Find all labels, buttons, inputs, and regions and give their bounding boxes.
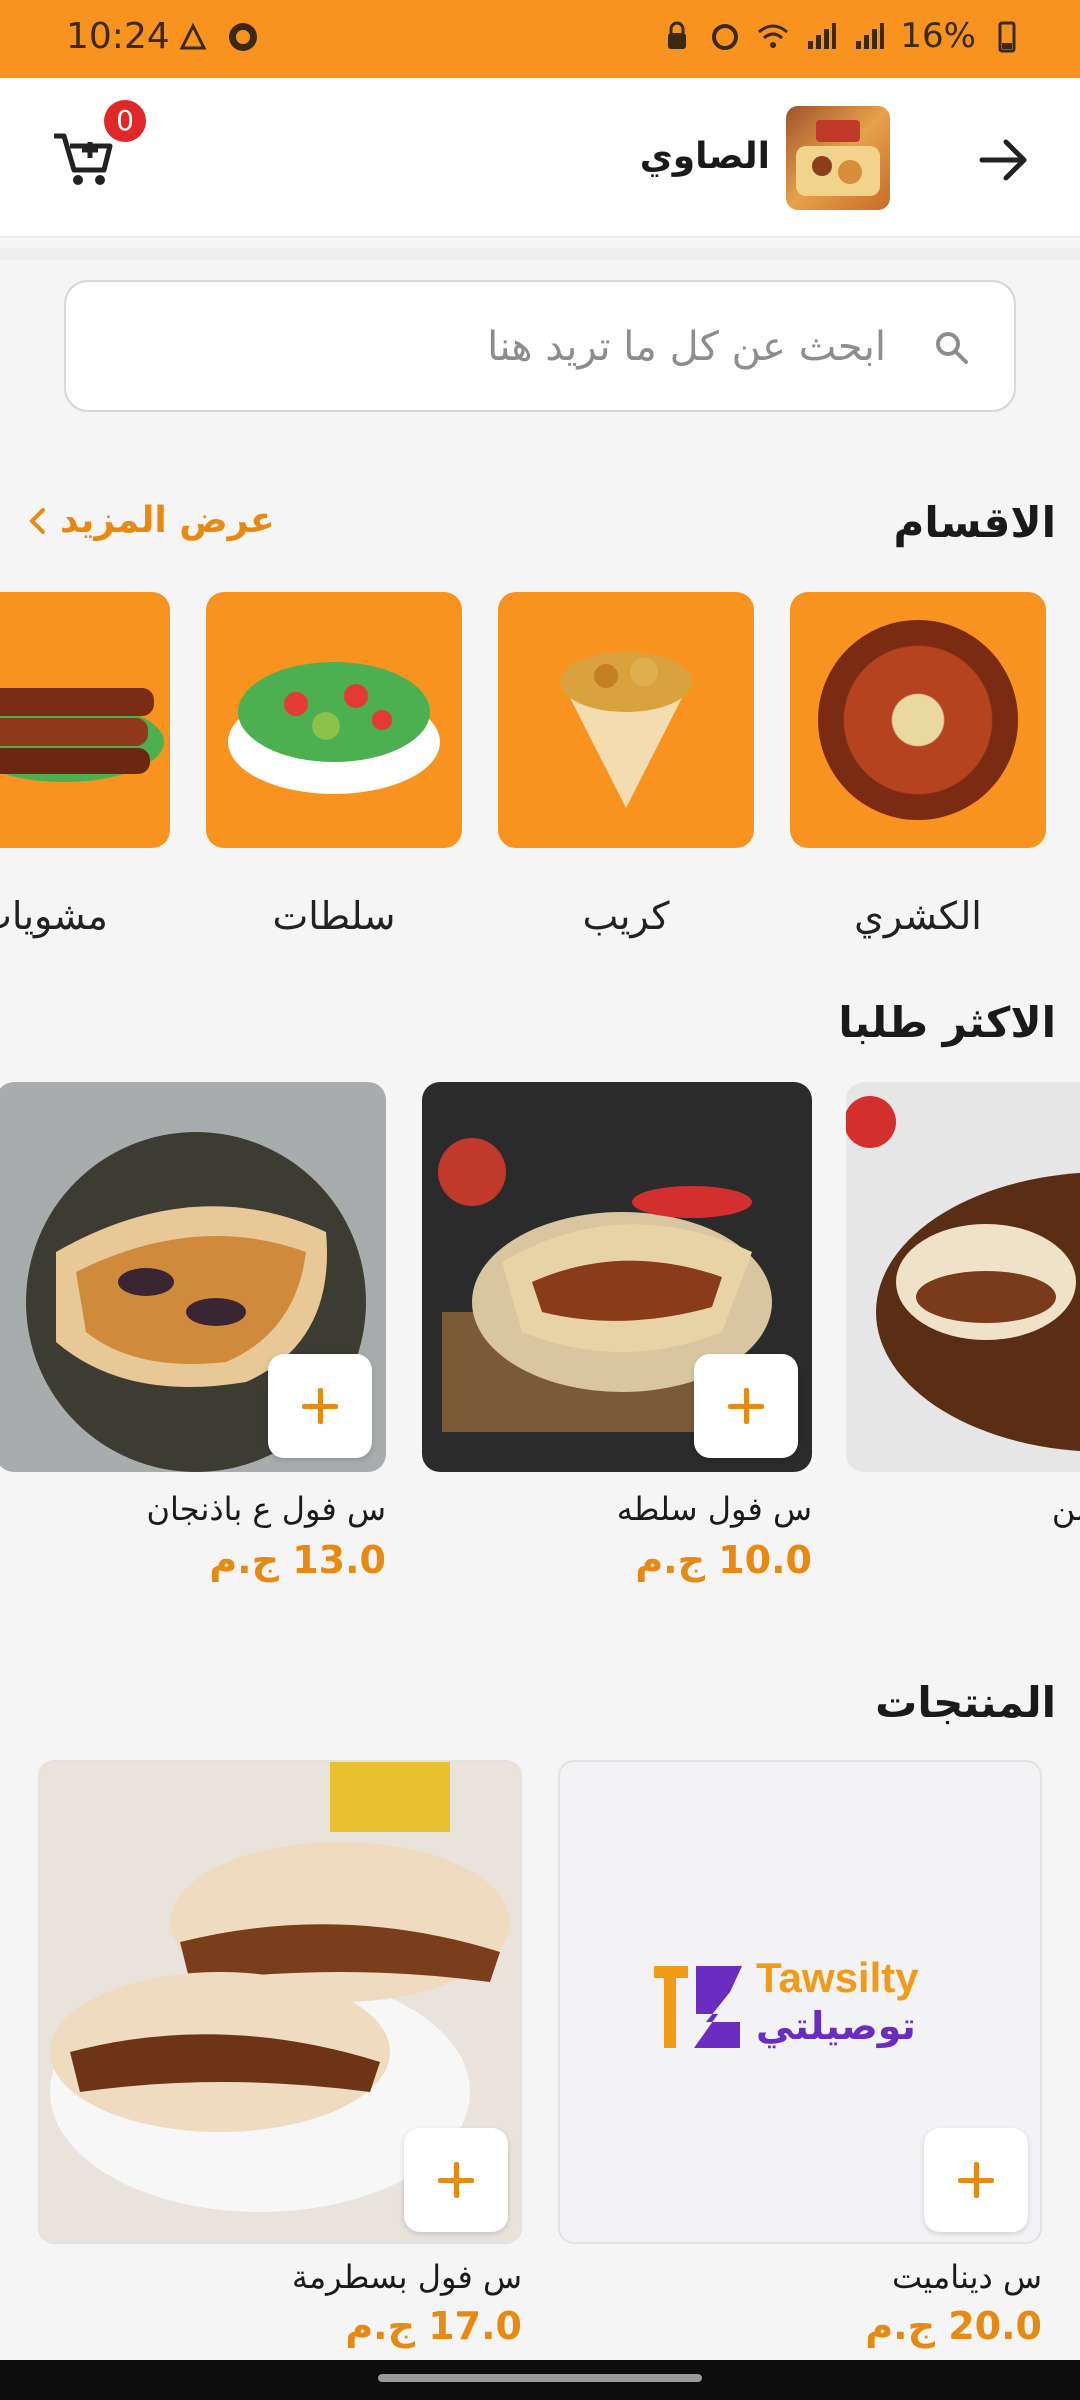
product-image xyxy=(422,1082,812,1472)
product-price: 17.0 ج.م xyxy=(345,2304,522,2348)
popular-list: س فول سلطه 10.0 ج.م س فول ع باذنجان 13.0… xyxy=(0,1082,1080,1602)
grill-image xyxy=(0,592,170,848)
chevron-left-icon xyxy=(29,507,45,534)
crepe-image xyxy=(498,592,754,848)
store-name: الصاوي xyxy=(639,136,770,177)
product-card[interactable]: س فول بسطرمة 17.0 ج.م xyxy=(38,1760,522,2348)
popular-card[interactable]: س فول سمن xyxy=(846,1082,1080,1538)
product-name: س فول سمن xyxy=(1051,1490,1080,1528)
tawsilty-logo-text: Tawsilty xyxy=(756,1954,919,2001)
tawsilty-mark-icon xyxy=(654,1966,742,2048)
category-crepe[interactable]: كريب xyxy=(498,592,754,938)
search-box[interactable] xyxy=(64,280,1016,412)
category-label: سلطات xyxy=(272,894,396,938)
product-image xyxy=(0,1082,386,1472)
product-price: 10.0 ج.م xyxy=(635,1538,812,1582)
home-gesture-handle[interactable] xyxy=(378,2374,702,2382)
lock-icon xyxy=(668,21,687,49)
category-label: الكشري xyxy=(854,894,982,938)
cart-count-badge: 0 xyxy=(104,100,146,142)
see-more-label: عرض المزيد xyxy=(60,500,275,541)
battery-percent: 16% xyxy=(900,16,976,56)
koshary-image xyxy=(790,592,1046,848)
app-bar: 0 الصاوي xyxy=(0,78,1080,238)
store-logo xyxy=(786,106,890,210)
tawsilty-logo: Tawsilty توصيلتي xyxy=(648,1952,958,2062)
notification-icons xyxy=(176,20,260,54)
product-image xyxy=(846,1082,1080,1472)
tawsilty-logo-text-ar: توصيلتي xyxy=(756,2004,916,2048)
category-salads[interactable]: سلطات xyxy=(206,592,462,938)
product-name: س ديناميت xyxy=(891,2258,1042,2296)
wifi-icon xyxy=(758,24,789,48)
add-to-cart-button[interactable] xyxy=(924,2128,1028,2232)
header-divider xyxy=(0,248,1080,260)
back-arrow-icon[interactable] xyxy=(976,132,1032,188)
battery-icon xyxy=(998,21,1016,53)
product-name: س فول سلطه xyxy=(616,1490,812,1528)
signal-icon xyxy=(808,23,837,49)
search-icon xyxy=(936,332,968,364)
salad-image xyxy=(206,592,462,848)
add-to-cart-button[interactable] xyxy=(404,2128,508,2232)
status-bar: 10:24 16% xyxy=(0,0,1080,78)
popular-title: الاكثر طلبا xyxy=(838,998,1056,1047)
add-to-cart-button[interactable] xyxy=(268,1354,372,1458)
category-grills[interactable]: مشويات xyxy=(0,592,170,938)
see-more-link[interactable]: عرض المزيد xyxy=(26,500,275,541)
product-name: س فول بسطرمة xyxy=(291,2258,522,2296)
add-to-cart-button[interactable] xyxy=(694,1354,798,1458)
product-image xyxy=(38,1760,522,2244)
category-label: مشويات xyxy=(0,894,108,938)
system-nav-bar xyxy=(0,2360,1080,2400)
signal-icon-2 xyxy=(856,23,885,49)
search-input[interactable] xyxy=(126,312,886,382)
popular-card[interactable]: س فول ع باذنجان 13.0 ج.م xyxy=(0,1082,386,1582)
product-price: 13.0 ج.م xyxy=(209,1538,386,1582)
categories-list: الكشري كريب سلطات مشويات xyxy=(0,592,1080,952)
product-card[interactable]: Tawsilty توصيلتي س ديناميت 20.0 ج.م xyxy=(558,1760,1042,2348)
whatsapp-icon xyxy=(229,23,257,51)
alarm-icon xyxy=(712,24,739,50)
popular-card[interactable]: س فول سلطه 10.0 ج.م xyxy=(422,1082,812,1582)
product-price: 20.0 ج.م xyxy=(865,2304,1042,2348)
category-label: كريب xyxy=(582,894,670,938)
status-time: 10:24 xyxy=(66,16,170,57)
product-name: س فول ع باذنجان xyxy=(146,1490,386,1528)
products-grid: Tawsilty توصيلتي س ديناميت 20.0 ج.م س فو… xyxy=(0,1760,1080,2360)
app-notification-icon xyxy=(179,22,207,50)
category-koshary[interactable]: الكشري xyxy=(790,592,1046,938)
products-title: المنتجات xyxy=(875,1678,1056,1727)
categories-title: الاقسام xyxy=(893,498,1056,547)
status-right: 16% xyxy=(660,16,1024,56)
product-image: Tawsilty توصيلتي xyxy=(558,1760,1042,2244)
